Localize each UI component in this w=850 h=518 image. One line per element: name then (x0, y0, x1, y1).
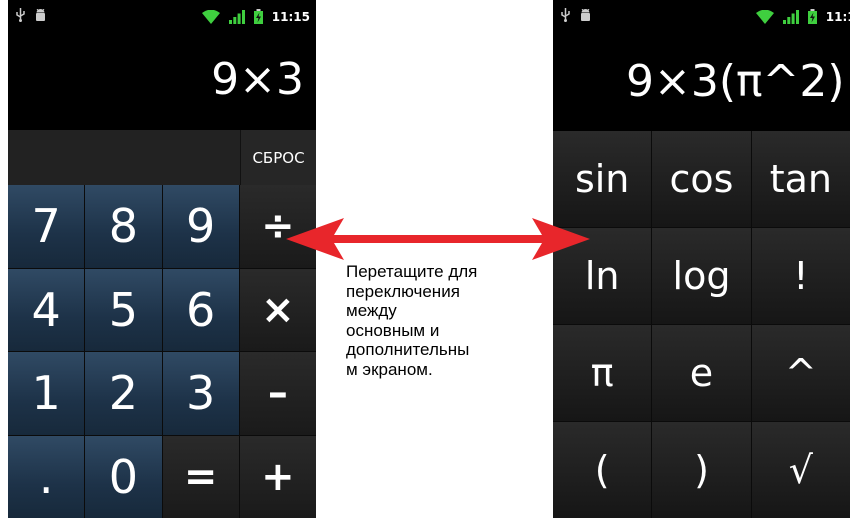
function-key-button[interactable]: π (553, 325, 652, 421)
calculator-basic-screen: 11:15 9×3 СБРОС 7 8 9 ÷ 4 5 6 × 1 2 3–. 0 = + (8, 0, 316, 518)
key-button[interactable]: 2 (85, 352, 162, 435)
key-button[interactable]: . (8, 435, 85, 518)
key-button[interactable]: 7 (8, 185, 85, 268)
key-button[interactable]: = (162, 435, 239, 518)
caption-line: м экраном. (346, 359, 433, 379)
expression-text: 9×3(π^2) (626, 56, 845, 107)
expression-text: 9×3 (211, 54, 304, 105)
status-bar: 11:15 (553, 0, 850, 34)
caption-line: Перетащите для (346, 262, 478, 281)
clear-button[interactable]: СБРОС (240, 130, 316, 185)
key-button[interactable]: 6 (162, 268, 239, 351)
function-key-button[interactable]: ( (553, 422, 652, 518)
signal-icon (782, 9, 799, 24)
caption-line: дополнительны (346, 340, 470, 359)
basic-keypad: 7 8 9 ÷ 4 5 6 × 1 2 3–. 0 = + (8, 185, 316, 518)
function-key-button[interactable]: tan (751, 131, 850, 227)
caption-line: между (346, 301, 397, 320)
status-clock: 11:15 (271, 9, 310, 24)
function-key-button[interactable]: ! (751, 228, 850, 324)
key-button[interactable]: × (239, 268, 316, 351)
key-button[interactable]: 0 (85, 435, 162, 518)
key-button[interactable]: 1 (8, 352, 85, 435)
calculator-display: 9×3(π^2) (553, 34, 850, 130)
battery-charging-icon (253, 9, 263, 24)
function-key-button[interactable]: e (652, 325, 751, 421)
usb-icon (561, 8, 570, 22)
signal-icon (228, 9, 245, 24)
key-button[interactable]: 4 (8, 268, 85, 351)
function-key-button[interactable]: cos (652, 131, 751, 227)
clear-bar: СБРОС (8, 130, 316, 185)
wifi-icon (201, 9, 220, 24)
calculator-advanced-screen: 11:15 9×3(π^2) sincostanlnlog!πe^()√ (553, 0, 850, 518)
usb-icon (16, 8, 25, 22)
function-key-button[interactable]: ^ (751, 325, 850, 421)
battery-charging-icon (807, 9, 817, 24)
android-debug-icon (581, 8, 590, 21)
swipe-caption: Перетащите для переключения между основн… (346, 262, 536, 379)
function-key-button[interactable]: √ (751, 422, 850, 518)
caption-line: основным и (346, 320, 440, 340)
key-button[interactable]: + (239, 435, 316, 518)
wifi-icon (755, 9, 774, 24)
key-button[interactable]: 3 (162, 352, 239, 435)
key-button[interactable]: 8 (85, 185, 162, 268)
status-clock: 11:15 (825, 9, 850, 24)
android-debug-icon (36, 8, 45, 21)
double-arrow-icon (286, 218, 590, 260)
key-button[interactable]: 9 (162, 185, 239, 268)
caption-line: переключения (346, 281, 460, 301)
function-key-button[interactable]: log (652, 228, 751, 324)
function-key-button[interactable]: ) (652, 422, 751, 518)
status-bar: 11:15 (8, 0, 316, 34)
key-button[interactable]: 5 (85, 268, 162, 351)
key-button[interactable]: – (239, 352, 316, 435)
function-key-button[interactable]: sin (553, 131, 652, 227)
advanced-keypad: sin cos tan ln log! π e ^() √ (553, 131, 850, 518)
calculator-display: 9×3 (8, 34, 316, 130)
